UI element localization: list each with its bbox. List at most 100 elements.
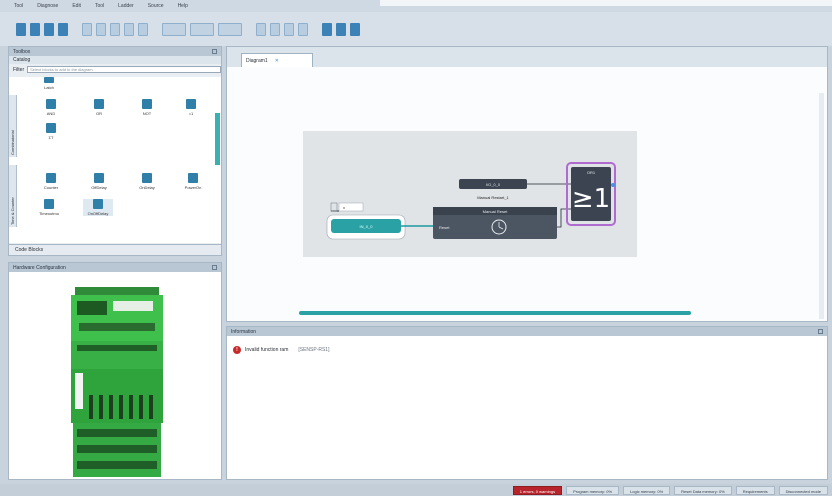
menu-bar: Tool Diagnose Edit Tool Ladder Source He…	[0, 0, 832, 12]
reset-memory: Reset Data memory: 0%	[674, 485, 732, 495]
close-icon[interactable]: ✕	[275, 58, 279, 64]
zoom-out-icon[interactable]	[270, 22, 280, 36]
input-tag: IN_0_0	[360, 224, 374, 229]
tab-time-counter[interactable]: Time & Counter	[9, 165, 17, 227]
tab-label: Diagram1	[246, 57, 268, 64]
or-header: OR1	[587, 170, 596, 175]
error-count-badge[interactable]: 1 errors, 0 warnings	[512, 485, 563, 495]
pin-icon[interactable]	[212, 49, 217, 54]
toolbox-header: Toolbox	[9, 47, 221, 56]
or-symbol: ≥1	[572, 184, 610, 214]
pin-icon[interactable]	[818, 329, 823, 334]
poweron-icon	[188, 173, 198, 183]
reset-port-label: Reset	[439, 225, 450, 230]
latch-icon	[44, 77, 54, 83]
block-and[interactable]: AND	[39, 99, 63, 116]
program-memory: Program memory: 0%	[566, 485, 620, 495]
tab-combinatorial[interactable]: Combinatorial	[9, 95, 17, 157]
message-text: Invalid function ram	[245, 347, 289, 353]
code-blocks-label: Code Blocks	[15, 247, 44, 253]
redo-icon[interactable]	[138, 22, 148, 36]
paste-icon[interactable]	[110, 22, 120, 36]
block-or[interactable]: OR	[87, 99, 111, 116]
block-counter[interactable]: Counter	[39, 173, 63, 190]
title-strip	[380, 0, 832, 6]
menu-item-tool-2[interactable]: Tool	[95, 3, 104, 9]
hardware-title: Hardware Configuration	[13, 264, 66, 271]
not-icon	[142, 99, 152, 109]
output-pin[interactable]	[611, 183, 615, 187]
requirements-button[interactable]: Requirements	[735, 485, 775, 495]
diagram-tab-bar: Diagram1 ✕	[227, 47, 827, 67]
block-not[interactable]: NOT	[135, 99, 159, 116]
menu-item-source[interactable]: Source	[148, 3, 164, 9]
horizontal-scrollbar[interactable]	[299, 311, 691, 315]
diagram-canvas[interactable]: x IN_0_0 I/O_0_0 Manual Restart_1 Manual…	[227, 67, 827, 321]
logic-diagram: x IN_0_0 I/O_0_0 Manual Restart_1 Manual…	[326, 162, 616, 240]
grid-icon[interactable]	[322, 22, 332, 36]
information-title: Information	[231, 328, 257, 335]
error-icon: !	[233, 346, 241, 354]
block-timeout[interactable]: Timeoutmo	[37, 199, 61, 216]
zoom-fit-icon[interactable]	[284, 22, 294, 36]
pin-label: x	[343, 205, 345, 210]
timeout-icon	[44, 199, 54, 209]
zoom-in-icon[interactable]	[256, 22, 266, 36]
save-as-icon[interactable]	[58, 22, 68, 36]
message-row[interactable]: ! Invalid function ram [SENSP-RS1]	[233, 346, 329, 354]
toolbox-scrollbar[interactable]	[215, 113, 220, 165]
information-panel: Information ! Invalid function ram [SENS…	[226, 326, 828, 480]
filter-row: Filter Select blocks to add to the diagr…	[9, 64, 221, 75]
toolbox-panel: Toolbox Catalog Filter Select blocks to …	[8, 46, 222, 256]
cut-icon[interactable]	[82, 22, 92, 36]
tab-diagram1[interactable]: Diagram1 ✕	[241, 53, 313, 67]
menu-item-ladder[interactable]: Ladder	[118, 3, 134, 9]
main-toolbar	[0, 12, 832, 46]
block-list: Latch Combinatorial AND OR NOT =1 ΣT Tim…	[9, 77, 221, 243]
copy-icon[interactable]	[96, 22, 106, 36]
menu-item-edit[interactable]: Edit	[72, 3, 81, 9]
menu-item-tool[interactable]: Tool	[14, 3, 23, 9]
hardware-panel: Hardware Configuration	[8, 262, 222, 480]
manual-reset-title: Manual Reset	[483, 209, 509, 214]
connect-icon[interactable]	[162, 22, 186, 36]
table-icon[interactable]	[336, 22, 346, 36]
upload-icon[interactable]	[190, 22, 214, 36]
status-bar: 1 errors, 0 warnings Program memory: 0% …	[0, 484, 832, 496]
element-tag: I/O_0_0	[486, 182, 501, 187]
block-latch[interactable]: Latch	[37, 77, 61, 90]
download-icon[interactable]	[218, 22, 242, 36]
block-offdelay[interactable]: OffDelay	[87, 173, 111, 190]
block-poweron[interactable]: PowerOn	[181, 173, 205, 190]
vertical-scrollbar[interactable]	[819, 93, 824, 319]
pin-icon[interactable]	[212, 265, 217, 270]
catalog-label: Catalog	[13, 57, 31, 63]
message-detail: [SENSP-RS1]	[298, 347, 330, 353]
catalog-row[interactable]: Catalog	[9, 56, 221, 64]
filter-input[interactable]: Select blocks to add to the diagram	[27, 66, 221, 73]
menu-item-diagnose[interactable]: Diagnose	[37, 3, 58, 9]
new-icon[interactable]	[16, 22, 26, 36]
block-ondelay[interactable]: OnDelay	[135, 173, 159, 190]
toolbox-title: Toolbox	[13, 48, 31, 55]
open-icon[interactable]	[30, 22, 40, 36]
connection-status[interactable]: Disconnected mode	[778, 485, 828, 495]
print-icon[interactable]	[298, 22, 308, 36]
hardware-header: Hardware Configuration	[9, 263, 221, 272]
and-icon	[46, 99, 56, 109]
block-sum[interactable]: ΣT	[39, 123, 63, 140]
save-icon[interactable]	[44, 22, 54, 36]
ondelay-icon	[142, 173, 152, 183]
element-caption: Manual Restart_1	[477, 195, 509, 200]
block-onoffdelay[interactable]: OnOffDelay	[83, 199, 113, 216]
block-xor[interactable]: =1	[179, 99, 203, 116]
filter-label: Filter	[13, 66, 25, 73]
counter-icon	[46, 173, 56, 183]
report-icon[interactable]	[350, 22, 360, 36]
code-blocks-row[interactable]: Code Blocks	[9, 244, 221, 255]
menu-item-help[interactable]: Help	[178, 3, 188, 9]
safety-controller-image[interactable]	[69, 287, 165, 477]
offdelay-icon	[94, 173, 104, 183]
information-header: Information	[227, 327, 827, 336]
undo-icon[interactable]	[124, 22, 134, 36]
